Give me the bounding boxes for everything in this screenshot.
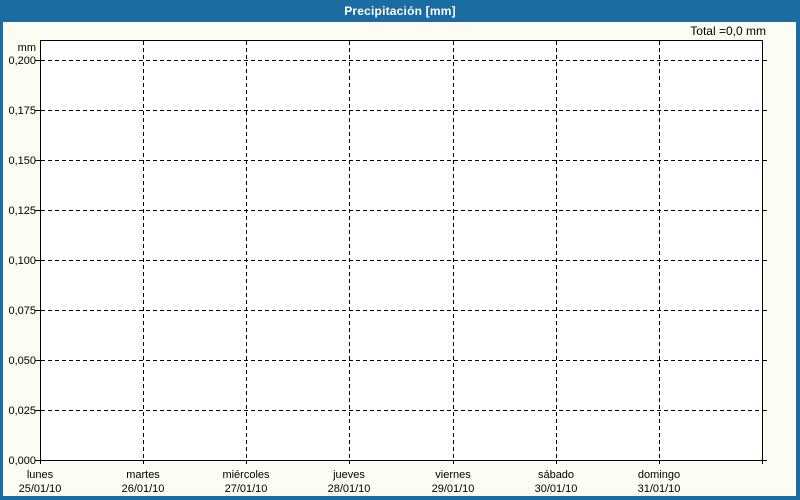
x-date-label: 30/01/10 xyxy=(535,483,578,495)
x-day-label: martes xyxy=(126,469,160,481)
x-date-label: 25/01/10 xyxy=(19,483,62,495)
y-tick-label: 0,200 xyxy=(8,55,36,67)
title-bar: Precipitación [mm] xyxy=(0,0,800,22)
y-tick-label: 0,075 xyxy=(8,305,36,317)
precipitation-chart: 0,000 0,025 0,050 0,075 0,100 0,125 0,150 0,175… xyxy=(8,24,767,495)
y-tick-label: 0,025 xyxy=(8,405,36,417)
x-day-label: viernes xyxy=(435,469,471,481)
x-day-label: lunes xyxy=(27,469,54,481)
chart-content: 0,000 0,025 0,050 0,075 0,100 0,125 0,150 0,175… xyxy=(3,22,796,496)
y-tick-label: 0,000 xyxy=(8,455,36,467)
y-tick-label: 0,050 xyxy=(8,355,36,367)
x-date-label: 28/01/10 xyxy=(328,483,371,495)
chart-window: Precipitación [mm] 0,000 0,025 0,050 0,075 0… xyxy=(0,0,800,500)
y-axis-unit-label: mm xyxy=(18,42,36,54)
x-date-label: 27/01/10 xyxy=(225,483,268,495)
plot-area xyxy=(40,40,763,461)
x-day-label: domingo xyxy=(638,469,680,481)
y-tick-label: 0,100 xyxy=(8,255,36,267)
y-tick-label: 0,150 xyxy=(8,155,36,167)
y-tick-label: 0,125 xyxy=(8,205,36,217)
total-label: Total =0,0 mm xyxy=(690,24,766,38)
x-day-label: jueves xyxy=(332,469,365,481)
chart-title: Precipitación [mm] xyxy=(344,4,456,18)
x-day-label: sábado xyxy=(538,469,574,481)
x-day-label: miércoles xyxy=(222,469,270,481)
x-date-label: 26/01/10 xyxy=(122,483,165,495)
x-date-label: 29/01/10 xyxy=(432,483,475,495)
x-date-label: 31/01/10 xyxy=(638,483,681,495)
y-tick-label: 0,175 xyxy=(8,105,36,117)
